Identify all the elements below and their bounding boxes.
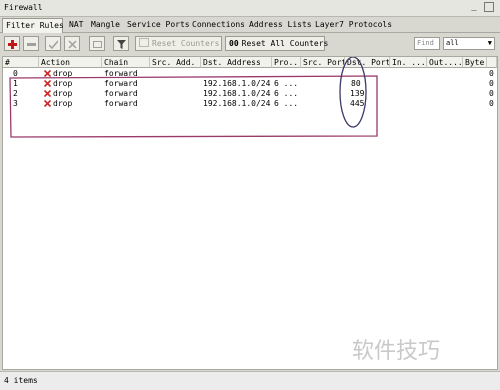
rule-action: drop [39,79,102,89]
rule-protocol: 6 ... [274,99,299,108]
column-chooser[interactable] [487,57,497,68]
rule-action: drop [39,69,102,79]
column-header-chain[interactable]: Chain [102,57,150,68]
tab-service-ports[interactable]: Service Ports [124,18,190,31]
drop-icon [44,70,51,77]
column-header-bytes[interactable]: Byte [463,57,487,68]
reset-counters-label: Reset Counters [152,39,220,48]
rule-bytes: 0 [489,69,494,78]
rule-number: 0 [13,69,18,78]
rule-chain: forward [104,89,138,98]
cross-icon [68,40,77,49]
action-label: drop [53,79,73,88]
enable-button[interactable] [45,36,61,51]
tab-address-lists[interactable]: Address Lists [246,18,312,31]
action-label: drop [53,89,73,98]
remove-button[interactable] [23,36,39,51]
reset-all-counters-label: Reset All Counters [241,39,329,48]
column-header-dst-port[interactable]: Dst. Port [345,57,390,68]
drop-icon [44,80,51,87]
tab-bar: Filter Rules NAT Mangle Service Ports Co… [0,17,500,33]
column-header-protocol[interactable]: Pro... [272,57,301,68]
column-header-in[interactable]: In. ... [390,57,427,68]
add-button[interactable] [4,36,20,51]
window-title: Firewall [4,3,43,12]
column-header-action[interactable]: Action [39,57,102,68]
action-label: drop [53,99,73,108]
comment-button[interactable] [89,36,105,51]
rule-protocol [272,69,301,79]
rule-dst-port: 139 [350,89,365,98]
rule-number: 3 [13,99,18,108]
column-header-dst-address[interactable]: Dst. Address [201,57,272,68]
rule-action: drop [39,99,102,109]
tab-nat[interactable]: NAT [66,18,88,31]
title-bar: Firewall _ [0,0,500,17]
rule-protocol: 6 ... [274,79,299,88]
filter-select[interactable]: all ▼ [443,37,495,50]
rule-number: 2 [13,89,18,98]
drop-icon [44,100,51,107]
plus-icon [8,40,17,49]
find-input[interactable]: Find [414,37,440,50]
comment-icon [93,41,102,48]
filter-icon [117,40,126,49]
tab-filter-rules[interactable]: Filter Rules [2,18,64,33]
tab-layer7-protocols[interactable]: Layer7 Protocols [312,18,392,31]
check-icon [49,40,58,49]
rule-dst-address: 192.168.1.0/24 [203,89,271,98]
rule-bytes: 0 [489,99,494,108]
reset-all-counters-button[interactable]: 00 Reset All Counters [225,36,328,51]
rule-protocol: 6 ... [274,89,299,98]
rule-number: 1 [13,79,18,88]
rule-chain: forward [104,99,138,108]
rule-chain: forward [104,79,138,88]
minus-icon [27,43,36,46]
tab-connections[interactable]: Connections [189,18,245,31]
rule-dst-port [345,69,390,79]
column-header-out[interactable]: Out.... [427,57,463,68]
filter-select-value: all [446,39,459,47]
minimize-button[interactable]: _ [469,2,479,12]
column-header-number[interactable]: # [3,57,39,68]
reset-counters-button[interactable]: Reset Counters [135,36,222,51]
rule-dst-address: 192.168.1.0/24 [203,99,271,108]
column-header-src-add[interactable]: Src. Add. [150,57,201,68]
rules-table: # Action Chain Src. Add. Dst. Address Pr… [2,56,498,370]
rule-chain: forward [104,69,138,78]
filter-button[interactable] [113,36,129,51]
rule-dst-address: 192.168.1.0/24 [203,79,271,88]
reset-counters-icon [139,38,149,47]
rule-dst-address [201,69,272,79]
disable-button[interactable] [64,36,80,51]
chevron-down-icon: ▼ [487,39,492,47]
action-label: drop [53,69,73,78]
drop-icon [44,90,51,97]
rule-bytes: 0 [489,79,494,88]
rule-dst-port: 445 [350,99,365,108]
status-bar: 4 items [0,371,500,390]
column-header-src-port[interactable]: Src. Port [301,57,345,68]
tab-mangle[interactable]: Mangle [88,18,125,31]
rule-bytes: 0 [489,89,494,98]
rule-dst-port: 80 [351,79,361,88]
reset-all-counters-prefix: 00 [229,39,239,48]
maximize-button[interactable] [484,2,494,12]
toolbar: Reset Counters 00 Reset All Counters Find… [0,33,500,55]
item-count: 4 items [4,376,38,385]
rule-action: drop [39,89,102,99]
